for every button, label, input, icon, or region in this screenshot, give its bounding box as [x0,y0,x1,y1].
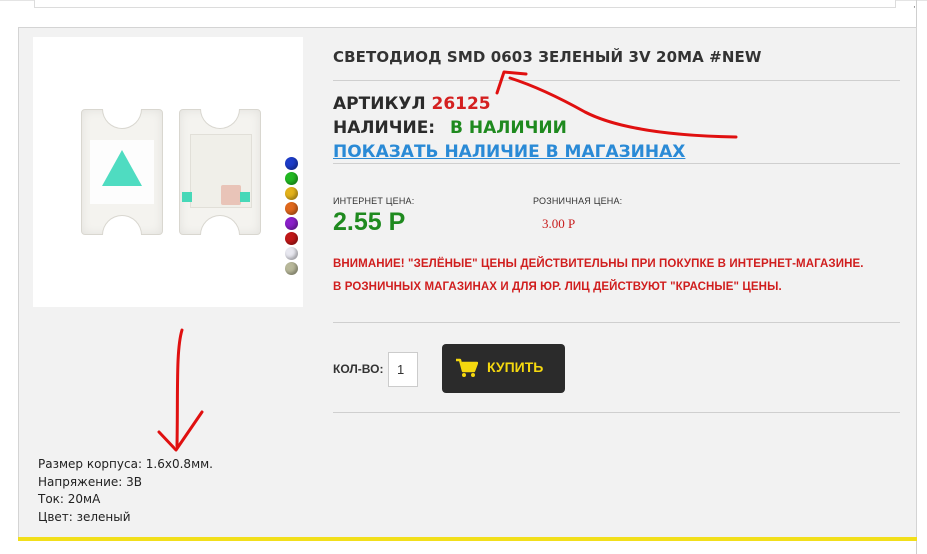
chip-notch [200,109,240,129]
polarity-triangle [102,150,142,186]
color-swatch [285,187,298,200]
stock-value: В НАЛИЧИИ [450,118,567,138]
quantity-input[interactable] [388,352,418,387]
chip-pad [240,192,250,202]
buy-button-label: КУПИТЬ [487,359,544,375]
chip-notch [200,215,240,235]
chip-notch [102,215,142,235]
sku-row: АРТИКУЛ 26125 [333,94,491,114]
color-swatch [285,262,298,275]
color-swatch [285,157,298,170]
divider [333,322,900,323]
divider [333,80,900,81]
online-price: 2.55 Р [333,208,406,236]
previous-card-edge [34,0,896,8]
price-notice-line1: ВНИМАНИЕ! "ЗЕЛЁНЫЕ" ЦЕНЫ ДЕЙСТВИТЕЛЬНЫ П… [333,258,864,270]
color-swatch [285,232,298,245]
specs-list: Размер корпуса: 1.6x0.8мм. Напряжение: 3… [38,456,213,526]
spec-size: Размер корпуса: 1.6x0.8мм. [38,457,213,471]
led-chip-back [179,109,261,235]
stock-label: НАЛИЧИЕ: [333,118,436,138]
sku-value: 26125 [431,94,491,114]
chip-notch [102,109,142,129]
color-swatch [285,202,298,215]
retail-price: 3.00 Р [542,216,576,231]
chip-lens [90,140,154,204]
spec-color: Цвет: зеленый [38,509,131,524]
divider [333,163,900,164]
spec-current: Ток: 20мА [38,492,101,506]
online-price-label: ИНТЕРНЕТ ЦЕНА: [333,196,415,206]
chip-die [221,185,241,205]
spec-voltage: Напряжение: 3В [38,474,143,489]
color-swatch [285,247,298,260]
led-chip-front [81,109,163,235]
retail-price-label: РОЗНИЧНАЯ ЦЕНА: [533,196,623,206]
sku-label: АРТИКУЛ [333,94,426,114]
product-title: СВЕТОДИОД SMD 0603 ЗЕЛЕНЫЙ 3V 20MA #NEW [333,48,762,66]
chip-pad [182,192,192,202]
edge-mark: · [913,3,916,13]
show-stores-link[interactable]: ПОКАЗАТЬ НАЛИЧИЕ В МАГАЗИНАХ [333,142,685,162]
color-swatch [285,172,298,185]
buy-button[interactable]: КУПИТЬ [442,344,565,393]
product-image[interactable] [33,37,303,307]
divider [333,412,900,413]
quantity-label: КОЛ-ВО: [333,362,384,376]
shopping-cart-icon [456,358,478,377]
color-swatch [285,217,298,230]
price-notice-line2: В РОЗНИЧНЫХ МАГАЗИНАХ И ДЛЯ ЮР. ЛИЦ ДЕЙС… [333,281,782,293]
card-bottom-accent [18,537,917,541]
